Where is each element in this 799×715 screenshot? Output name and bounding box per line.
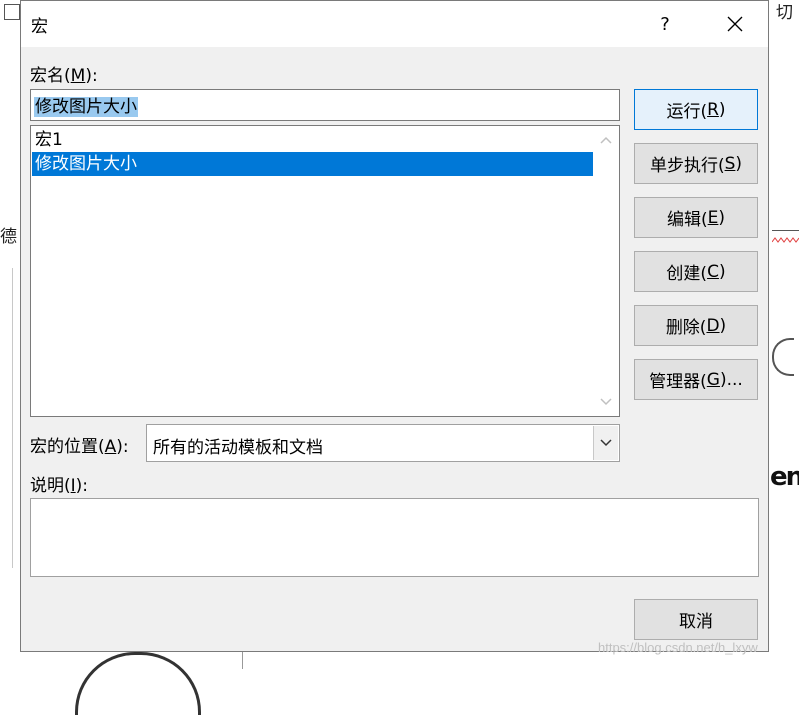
macro-list[interactable]: 宏1 修改图片大小 (30, 125, 620, 417)
background-checkbox (4, 4, 20, 20)
description-label: 说明(I): (30, 476, 89, 496)
macro-location-label: 宏的位置(A): (30, 437, 129, 457)
macro-name-value: 修改图片大小 (34, 97, 138, 117)
background-logo-fragment: en (770, 462, 799, 492)
dialog-titlebar[interactable]: 宏 ? (21, 1, 768, 47)
dropdown-button[interactable] (593, 426, 618, 460)
close-icon (727, 16, 743, 32)
macro-dialog: 宏 ? 宏名(M): 修改图片大小 宏1 修改图片大小 宏的位置(A): 所有的… (20, 0, 769, 652)
macro-name-label: 宏名(M): (30, 66, 98, 86)
macro-list-item[interactable]: 宏1 (32, 128, 593, 152)
background-divider (242, 652, 243, 669)
background-text-right: 切 (776, 3, 793, 23)
scroll-down-button[interactable] (594, 390, 618, 414)
macro-name-input[interactable]: 修改图片大小 (30, 89, 620, 121)
macro-location-select[interactable]: 所有的活动模板和文档 (146, 424, 620, 462)
background-rule-line (772, 230, 799, 231)
dialog-title: 宏 (31, 17, 48, 37)
create-button[interactable]: 创建(C) (634, 251, 758, 292)
cancel-button[interactable]: 取消 (634, 599, 758, 640)
chevron-down-icon (600, 439, 612, 447)
run-button[interactable]: 运行(R) (634, 89, 758, 130)
chevron-up-icon (600, 136, 612, 144)
organizer-button[interactable]: 管理器(G)... (634, 359, 758, 400)
background-document-right (770, 0, 799, 669)
help-icon: ? (660, 13, 670, 35)
background-logo-circle (75, 652, 201, 715)
watermark: https://blog.csdn.net/h_lxyw (598, 640, 758, 655)
close-button[interactable] (707, 1, 763, 47)
edit-button[interactable]: 编辑(E) (634, 197, 758, 238)
background-text-left: 德 (0, 227, 17, 247)
delete-button[interactable]: 删除(D) (634, 305, 758, 346)
scroll-up-button[interactable] (594, 128, 618, 152)
spellcheck-squiggle (772, 237, 799, 243)
chevron-down-icon (600, 398, 612, 406)
description-box (30, 498, 759, 577)
macro-list-item-selected[interactable]: 修改图片大小 (32, 152, 593, 176)
help-button[interactable]: ? (637, 1, 693, 47)
macro-location-value: 所有的活动模板和文档 (153, 438, 323, 458)
step-into-button[interactable]: 单步执行(S) (634, 143, 758, 184)
